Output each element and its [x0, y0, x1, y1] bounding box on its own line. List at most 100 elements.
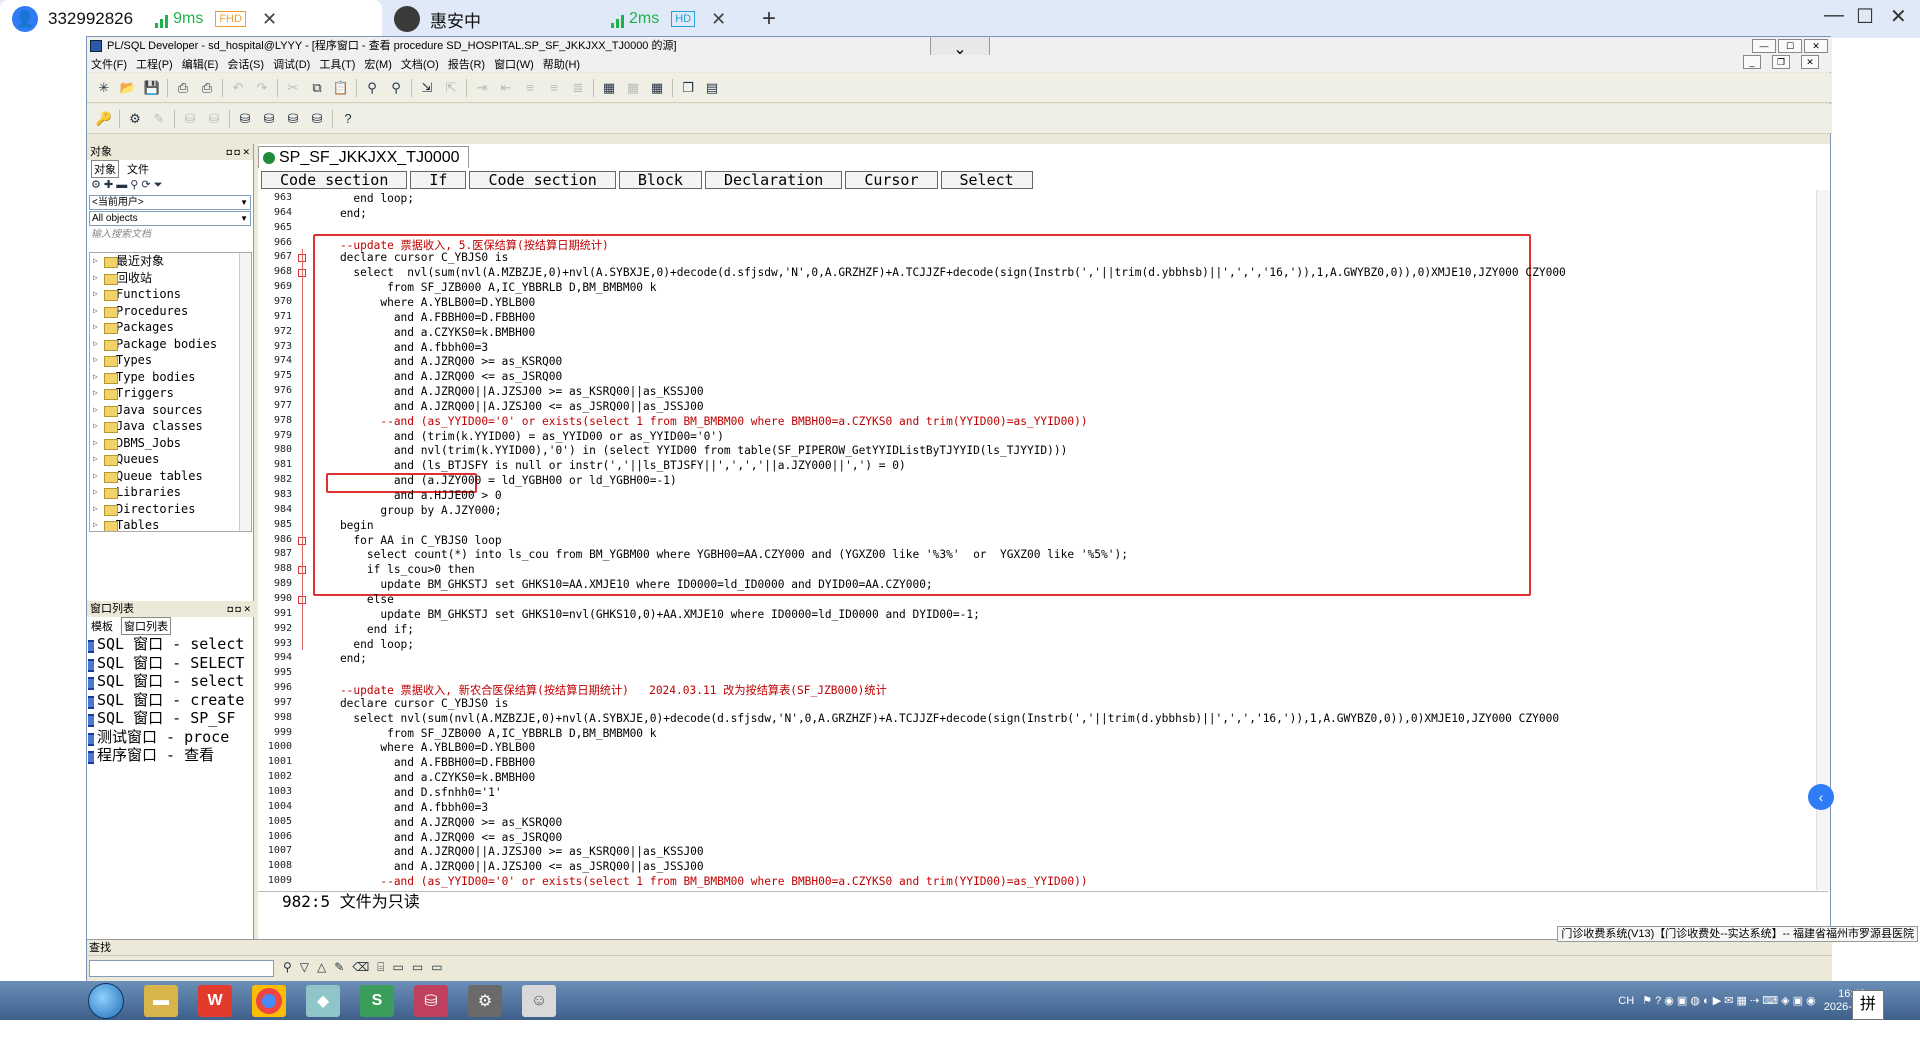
describe-icon[interactable]: ▦ [600, 79, 618, 97]
minimize-icon[interactable]: — [1824, 4, 1844, 27]
rollback-icon[interactable]: ⛁ [205, 110, 223, 128]
tree-item[interactable]: DBMS_Jobs [90, 435, 251, 452]
case-icon[interactable]: ⌸ [377, 960, 384, 975]
user-app-icon[interactable]: ☺ [522, 985, 556, 1017]
export-icon[interactable]: ⇱ [442, 79, 460, 97]
window-list-item[interactable]: SQL 窗口 - SELECT [87, 654, 254, 673]
close-tab-icon[interactable]: ✕ [262, 9, 277, 30]
find-icon[interactable]: ⚲ [130, 179, 138, 191]
tree-item[interactable]: Java sources [90, 402, 251, 419]
find-input[interactable] [89, 960, 274, 977]
mdi-minimize-button[interactable]: _ [1743, 55, 1761, 69]
menu-window[interactable]: 窗口(W) [494, 56, 534, 72]
tree-item[interactable]: Queues [90, 451, 251, 468]
compare-icon[interactable]: ▦ [624, 79, 642, 97]
browser-tab-2[interactable]: 惠安中 2ms HD ✕ [382, 0, 752, 38]
key-icon[interactable]: 🔑 [95, 110, 113, 128]
highlight-icon[interactable]: ✎ [334, 960, 344, 975]
object-type-select[interactable]: All objects [89, 211, 251, 226]
editor-tab[interactable]: SP_SF_JKKJXX_TJ0000 [258, 146, 469, 168]
tree-item[interactable]: Type bodies [90, 369, 251, 386]
grid-icon[interactable]: ▤ [703, 79, 721, 97]
add-icon[interactable]: ✚ [104, 179, 113, 191]
indent-icon[interactable]: ⇥ [473, 79, 491, 97]
comment-icon[interactable]: ≡ [521, 79, 539, 97]
panel-controls[interactable]: ◘ ◘ ✕ [228, 601, 251, 617]
copy-icon[interactable]: ⧉ [308, 79, 326, 97]
query-builder-icon[interactable]: ▦ [648, 79, 666, 97]
import-icon[interactable]: ⇲ [418, 79, 436, 97]
tab-objects[interactable]: 对象 [91, 160, 119, 178]
find-next-icon[interactable]: ⚲ [387, 79, 405, 97]
window-list-item[interactable]: SQL 窗口 - select [87, 672, 254, 691]
print-icon[interactable]: ⎙ [174, 79, 192, 97]
section-button[interactable]: If [410, 171, 466, 189]
redo-icon[interactable]: ↷ [253, 79, 271, 97]
window-list-item[interactable]: SQL 窗口 - create [87, 691, 254, 710]
menu-macro[interactable]: 宏(M) [364, 56, 392, 72]
db-icon[interactable]: ⛁ [260, 110, 278, 128]
window-list-item[interactable]: 测试窗口 - proce [87, 728, 254, 747]
mdi-restore-button[interactable]: ❐ [1772, 55, 1790, 69]
code-area[interactable]: 9639649659669679689699709719729739749759… [258, 190, 1815, 890]
execute-icon[interactable]: ⚙ [126, 110, 144, 128]
window-list-item[interactable]: SQL 窗口 - SP_SF [87, 709, 254, 728]
tree-item[interactable]: Procedures [90, 303, 251, 320]
section-button[interactable]: Code section [469, 171, 615, 189]
paste-icon[interactable]: 📋 [332, 79, 350, 97]
open-icon[interactable]: 📂 [119, 79, 137, 97]
format-icon[interactable]: ≣ [569, 79, 587, 97]
tree-item[interactable]: Libraries [90, 484, 251, 501]
menu-edit[interactable]: 编辑(E) [182, 56, 219, 72]
menu-session[interactable]: 会话(S) [227, 56, 264, 72]
tree-item[interactable]: Packages [90, 319, 251, 336]
menu-docs[interactable]: 文档(O) [401, 56, 439, 72]
mdi-close-button[interactable]: ✕ [1801, 55, 1819, 69]
new-tab-icon[interactable]: + [762, 5, 776, 33]
window-list-item[interactable]: 程序窗口 - 查看 [87, 746, 254, 765]
windows-icon[interactable]: ❐ [679, 79, 697, 97]
regex-icon[interactable]: ▭ [412, 960, 423, 975]
outdent-icon[interactable]: ⇤ [497, 79, 515, 97]
window-list-item[interactable]: SQL 窗口 - select [87, 635, 254, 654]
close-button[interactable]: ✕ [1804, 39, 1828, 53]
tree-item[interactable]: Queue tables [90, 468, 251, 485]
print-preview-icon[interactable]: ⎙ [198, 79, 216, 97]
clear-icon[interactable]: ⌫ [352, 960, 369, 975]
chrome-icon[interactable] [252, 985, 286, 1017]
database-icon[interactable]: ⛁ [414, 985, 448, 1017]
break-icon[interactable]: ✎ [150, 110, 168, 128]
maximize-button[interactable]: ☐ [1778, 39, 1802, 53]
tree-item[interactable]: Java classes [90, 418, 251, 435]
save-icon[interactable]: 💾 [143, 79, 161, 97]
cut-icon[interactable]: ✂ [284, 79, 302, 97]
tray-icons[interactable]: ⚑ ? ◉ ▣ ◍ ◐ ▶ ✉ ▦ ⇢ ⌨ ◈ ▣ ◉ [1642, 994, 1816, 1007]
log-on-icon[interactable]: ⛁ [284, 110, 302, 128]
tree-scrollbar[interactable] [239, 253, 251, 531]
tree-item[interactable]: Functions [90, 286, 251, 303]
filter-icon[interactable]: ⏷ [154, 179, 163, 191]
help-icon[interactable]: ? [339, 110, 357, 128]
menu-file[interactable]: 文件(F) [91, 56, 127, 72]
minimize-button[interactable]: — [1752, 39, 1776, 53]
tab-files[interactable]: 文件 [127, 161, 149, 177]
remove-icon[interactable]: ▬ [116, 179, 127, 191]
tree-item[interactable]: Triggers [90, 385, 251, 402]
ime-button[interactable]: 拼 [1852, 990, 1884, 1020]
tree-item[interactable]: Directories [90, 501, 251, 518]
close-window-icon[interactable]: ✕ [1890, 4, 1907, 29]
find-down-icon[interactable]: ▽ [300, 960, 309, 975]
tree-item[interactable]: 回收站 [90, 270, 251, 287]
section-button[interactable]: Block [619, 171, 702, 189]
section-button[interactable]: Code section [261, 171, 407, 189]
section-button[interactable]: Select [941, 171, 1033, 189]
menu-debug[interactable]: 调试(D) [273, 56, 310, 72]
undo-icon[interactable]: ↶ [229, 79, 247, 97]
ime-indicator[interactable]: CH [1618, 995, 1634, 1007]
menu-reports[interactable]: 报告(R) [448, 56, 485, 72]
tree-item[interactable]: Tables [90, 517, 251, 532]
tree-item[interactable]: 最近对象 [90, 253, 251, 270]
menu-project[interactable]: 工程(P) [136, 56, 173, 72]
log-off-icon[interactable]: ⛁ [308, 110, 326, 128]
chevron-left-icon[interactable]: ‹ [1808, 784, 1834, 810]
